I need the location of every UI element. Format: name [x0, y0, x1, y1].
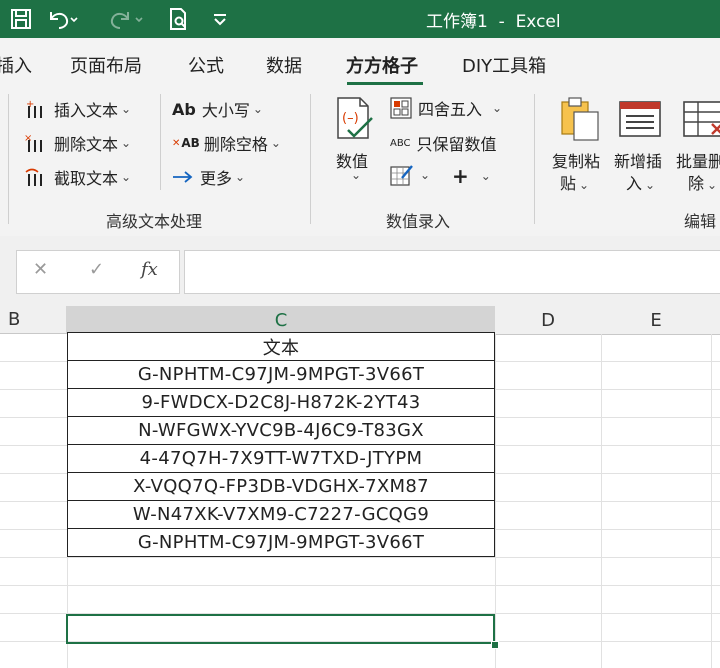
- more-button[interactable]: 更多 ⌄: [172, 165, 245, 189]
- column-header-e[interactable]: E: [601, 306, 712, 335]
- table-cell[interactable]: 4-47Q7H-7X9TT-W7TXD-JTYPM: [67, 445, 495, 473]
- group-label-numeric-entry: 数值录入: [386, 212, 451, 231]
- cancel-icon[interactable]: ✕: [33, 259, 48, 280]
- formula-controls: ✕ ✓ fx: [16, 250, 180, 294]
- svg-text:(–): (–): [342, 111, 359, 126]
- redo-icon[interactable]: [104, 6, 148, 32]
- numeric-button[interactable]: (–) 数值 ⌄: [334, 96, 374, 186]
- group-label-text-processing: 高级文本处理: [106, 212, 203, 231]
- extract-text-icon: [25, 168, 42, 186]
- case-label: 大小写: [201, 101, 250, 120]
- title-bar: 工作簿1 - Excel: [0, 0, 720, 38]
- keep-numbers-label: 只保留数值: [416, 135, 497, 154]
- insert-rows-icon: [619, 101, 661, 137]
- tab-formulas[interactable]: 公式: [188, 52, 224, 78]
- tab-data[interactable]: 数据: [266, 52, 302, 78]
- keep-numbers-icon: ABC: [390, 137, 411, 149]
- table-cell[interactable]: 9-FWDCX-D2C8J-H872K-2YT43: [67, 389, 495, 417]
- table-cell[interactable]: G-NPHTM-C97JM-9MPGT-3V66T: [67, 361, 495, 389]
- tab-insert[interactable]: 插入: [0, 52, 32, 78]
- table-cell[interactable]: G-NPHTM-C97JM-9MPGT-3V66T: [67, 529, 495, 557]
- group-separator: [160, 94, 161, 190]
- column-header-partial: [711, 306, 720, 335]
- insert-new-button[interactable]: 新增插 入 ⌄: [614, 96, 674, 196]
- round-button[interactable]: 四舍五入 ⌄: [390, 96, 502, 120]
- window-title: 工作簿1 - Excel: [426, 12, 561, 32]
- numeric-icon: (–): [337, 97, 373, 139]
- undo-icon[interactable]: [44, 6, 80, 32]
- copy-paste-label-line1: 复制粘: [552, 152, 601, 171]
- formula-input[interactable]: [184, 250, 720, 294]
- keep-numbers-button[interactable]: ABC 只保留数值: [390, 131, 497, 155]
- arrow-right-icon: [173, 171, 193, 183]
- print-preview-icon[interactable]: [164, 6, 194, 32]
- chevron-down-icon: ⌄: [351, 168, 362, 182]
- active-cell[interactable]: [66, 614, 495, 644]
- clipboard-icon: [561, 97, 599, 141]
- group-separator: [8, 94, 9, 224]
- delete-spaces-label: 删除空格: [203, 135, 268, 154]
- tab-diy-toolbox[interactable]: DIY工具箱: [462, 52, 546, 78]
- active-tab-indicator: [347, 82, 423, 85]
- add-button[interactable]: + ⌄: [452, 164, 491, 188]
- delete-text-label: 删除文本: [54, 135, 119, 154]
- svg-text:+: +: [26, 99, 34, 110]
- column-header-b[interactable]: B: [0, 306, 67, 334]
- formula-bar-area: ✕ ✓ fx: [0, 236, 720, 306]
- round-icon: [390, 97, 412, 119]
- case-button[interactable]: Ab 大小写 ⌄: [172, 97, 263, 121]
- insert-text-button[interactable]: + 插入文本 ⌄: [24, 97, 131, 121]
- plus-icon: +: [452, 164, 469, 188]
- delete-spaces-x-icon: ✕: [172, 137, 181, 149]
- insert-text-icon: +: [26, 99, 42, 118]
- table-cell[interactable]: W-N47XK-V7XM9-C7227-GCQG9: [67, 501, 495, 529]
- batch-delete-button[interactable]: 批量删 除 ⌄: [676, 96, 720, 196]
- insert-new-label-line2: 入: [626, 174, 643, 193]
- delete-text-button[interactable]: × 删除文本 ⌄: [24, 131, 131, 155]
- customize-qat-icon[interactable]: [208, 6, 232, 32]
- grid-line: [0, 557, 720, 558]
- batch-delete-label-line2: 除: [688, 174, 705, 193]
- enter-icon[interactable]: ✓: [89, 259, 104, 280]
- ribbon: + 插入文本 ⌄ × 删除文本 ⌄ 截取文本 ⌄ Ab 大小写 ⌄ ✕ AB 删除空格 ⌄…: [0, 88, 720, 237]
- tab-fangfanggezi[interactable]: 方方格子: [346, 52, 418, 78]
- insert-function-icon[interactable]: fx: [141, 259, 158, 280]
- data-table: 文本 G-NPHTM-C97JM-9MPGT-3V66T 9-FWDCX-D2C…: [67, 332, 495, 557]
- group-label-edit: 编辑: [684, 212, 717, 231]
- delete-spaces-icon: AB: [181, 136, 200, 150]
- extract-text-label: 截取文本: [54, 169, 119, 188]
- table-cell[interactable]: X-VQQ7Q-FP3DB-VDGHX-7XM87: [67, 473, 495, 501]
- case-icon: Ab: [172, 99, 196, 119]
- delete-text-icon: ×: [24, 133, 42, 152]
- extract-text-button[interactable]: 截取文本 ⌄: [24, 165, 131, 189]
- insert-new-label-line1: 新增插: [614, 152, 663, 171]
- group-separator: [310, 94, 311, 224]
- copy-paste-label-line2: 贴: [560, 174, 577, 193]
- edit-cells-icon: [390, 165, 413, 186]
- delete-rows-icon: [683, 101, 720, 137]
- table-header-cell[interactable]: 文本: [67, 332, 495, 361]
- ribbon-tabs: 插入 页面布局 公式 数据 方方格子 DIY工具箱: [0, 38, 720, 88]
- group-separator: [534, 94, 535, 224]
- column-header-d[interactable]: D: [495, 306, 602, 335]
- copy-paste-button[interactable]: 复制粘 贴 ⌄: [552, 96, 612, 196]
- cell-edit-button[interactable]: ⌄: [390, 164, 430, 186]
- tab-page-layout[interactable]: 页面布局: [70, 52, 142, 78]
- fill-handle[interactable]: [491, 641, 499, 649]
- more-label: 更多: [200, 169, 233, 188]
- batch-delete-label-line1: 批量删: [676, 152, 720, 171]
- grid-line: [0, 585, 720, 586]
- round-label: 四舍五入: [418, 100, 483, 119]
- table-cell[interactable]: N-WFGWX-YVC9B-4J6C9-T83GX: [67, 417, 495, 445]
- delete-spaces-button[interactable]: ✕ AB 删除空格 ⌄: [172, 131, 281, 155]
- insert-text-label: 插入文本: [54, 101, 119, 120]
- save-icon[interactable]: [6, 6, 36, 32]
